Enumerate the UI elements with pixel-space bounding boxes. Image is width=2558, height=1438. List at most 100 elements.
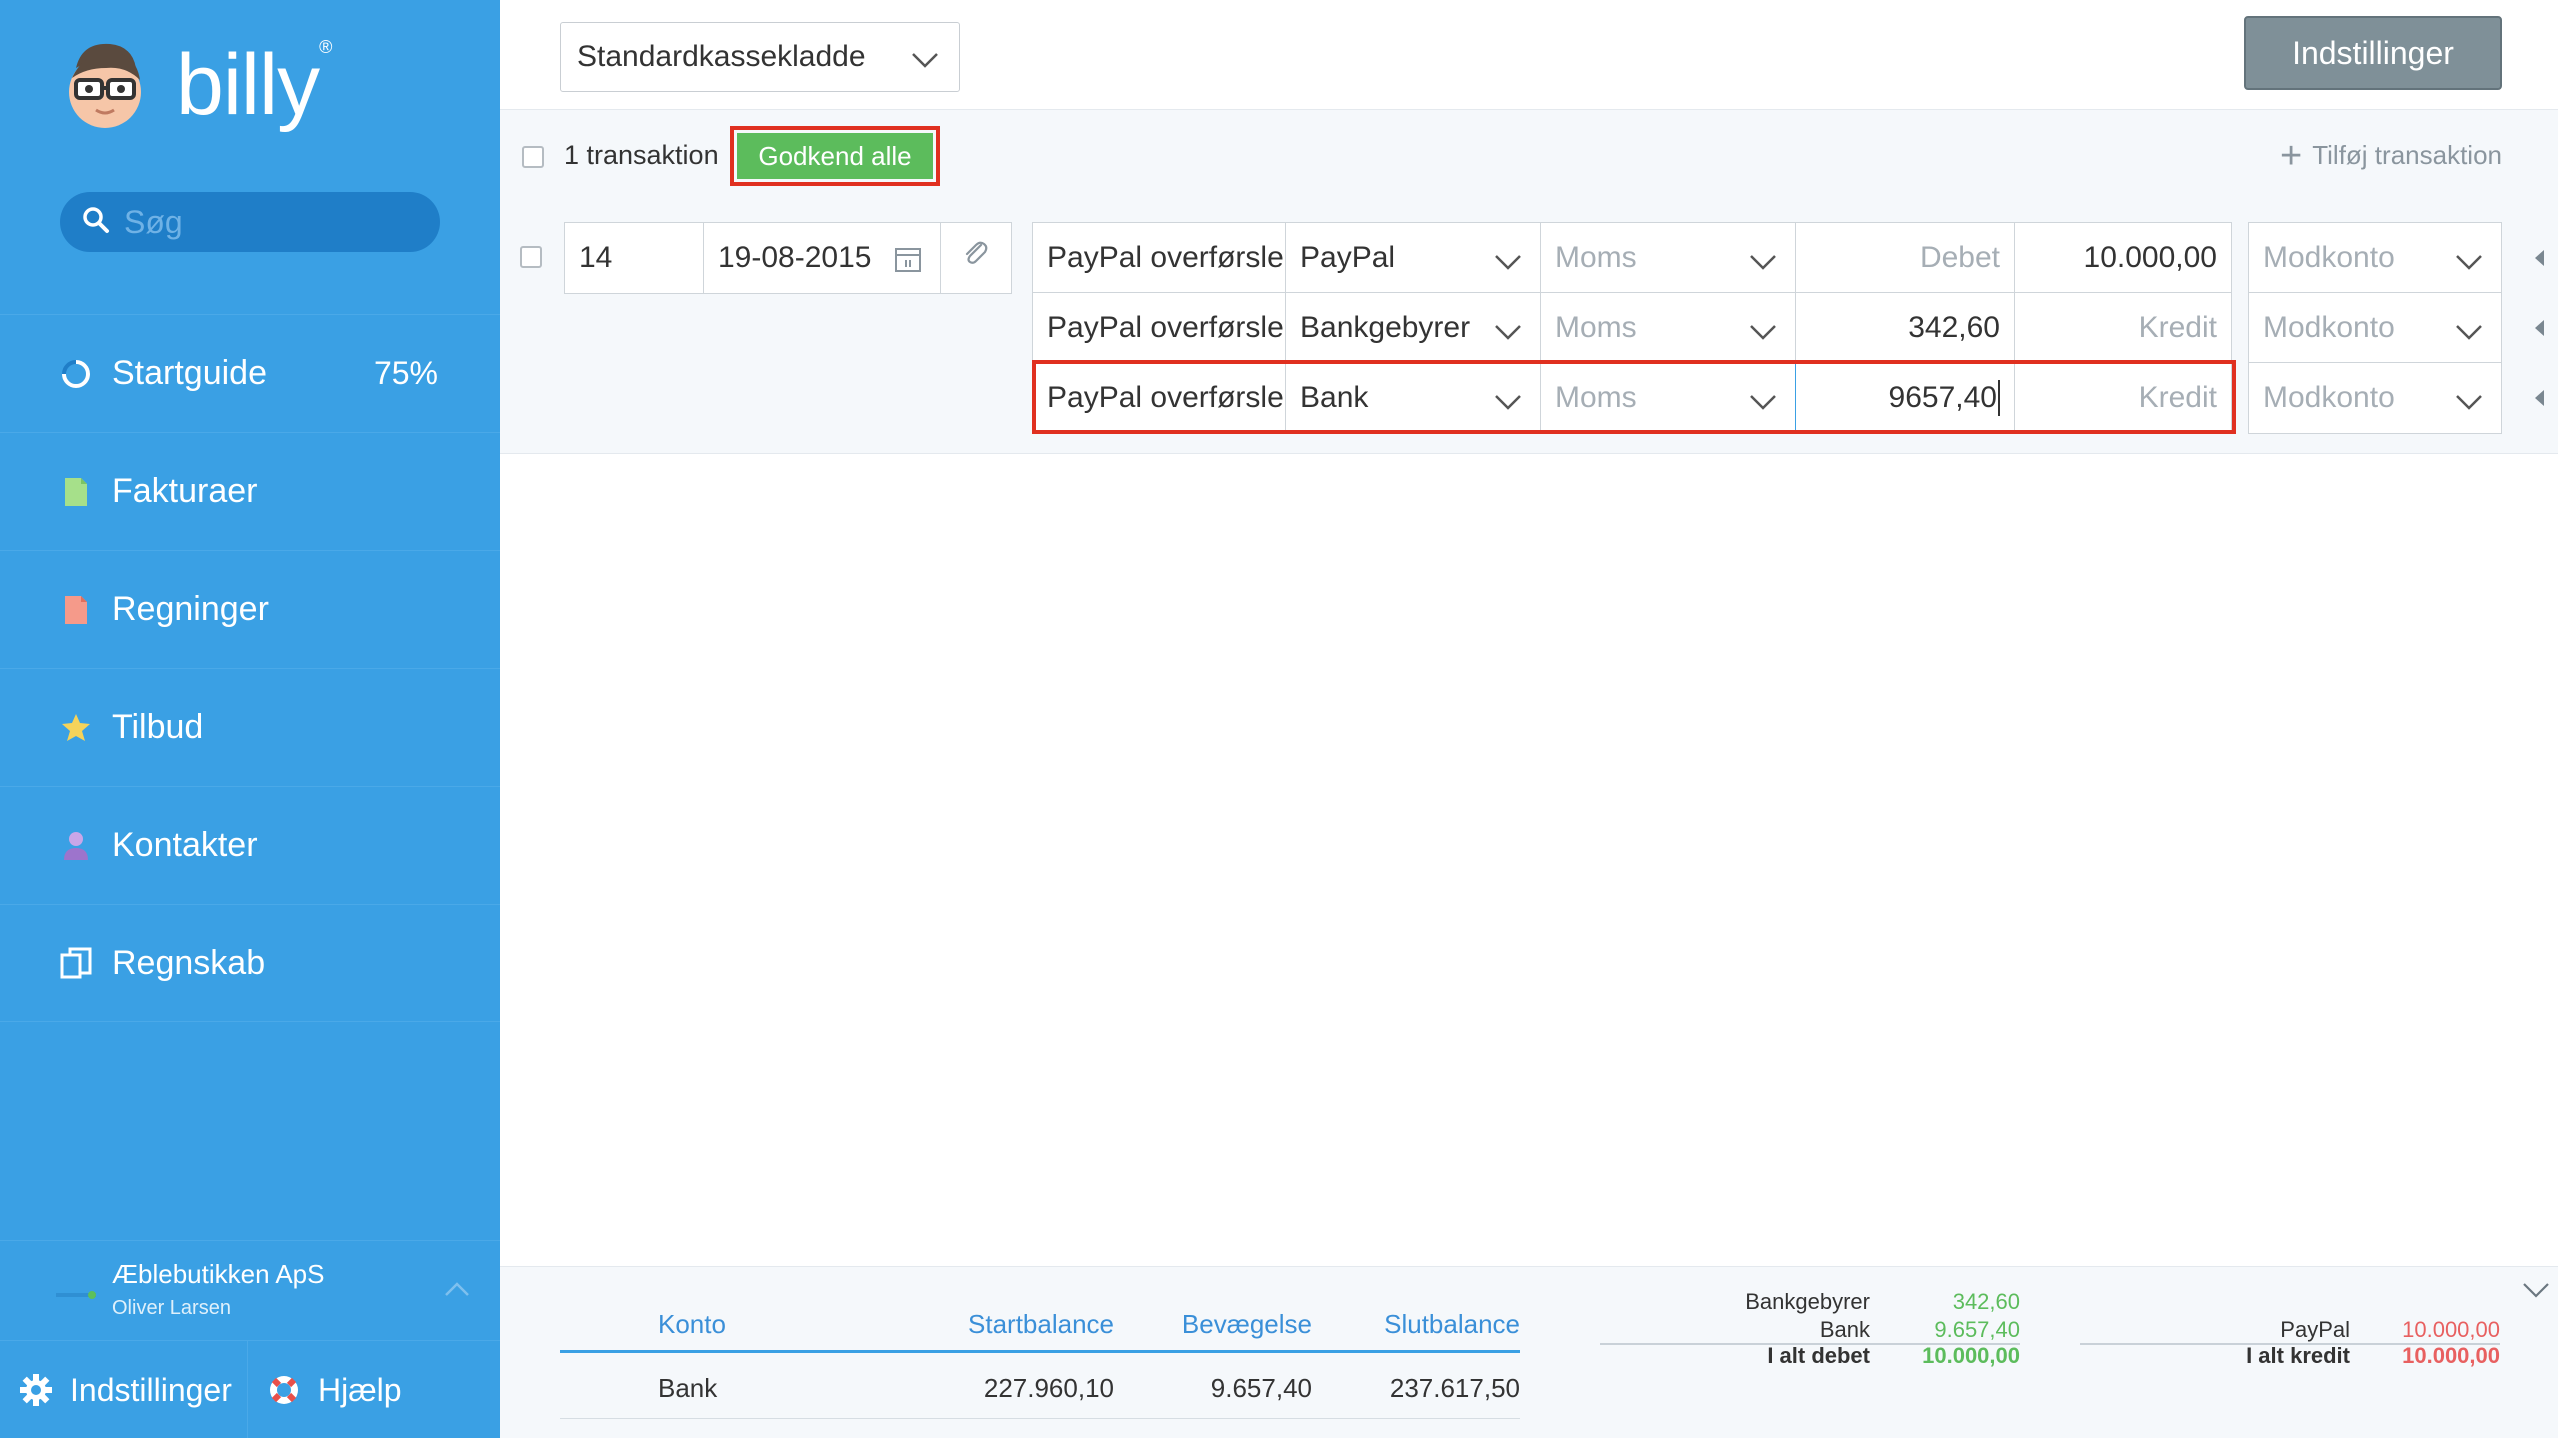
- credit-total-value: 10.000,00: [2402, 1343, 2500, 1368]
- row-end-balance: 237.617,50: [1389, 1373, 1520, 1403]
- credit-field[interactable]: [2014, 292, 2232, 364]
- status-indicator: [56, 1291, 96, 1299]
- contra-placeholder: Modkonto: [2263, 311, 2395, 344]
- credit-line: PayPal 10.000,00: [2080, 1317, 2500, 1343]
- daybook-select-value: Standardkassekladde: [577, 40, 866, 73]
- vat-select[interactable]: Moms: [1540, 292, 1796, 364]
- balance-table: Konto Startbalance Bevægelse Slutbalance…: [560, 1297, 1520, 1419]
- star-icon: [60, 711, 92, 745]
- search-icon: [80, 205, 110, 240]
- approve-all-button[interactable]: Godkend alle: [737, 133, 933, 179]
- chevron-down-icon: [1749, 385, 1777, 419]
- row-menu-arrow-icon[interactable]: [2535, 390, 2544, 406]
- debit-line-label: Bank: [1819, 1317, 1870, 1342]
- column-header-movement: Bevægelse: [1181, 1309, 1312, 1339]
- row-menu-arrow-icon[interactable]: [2535, 320, 2544, 336]
- credit-value: 10.000,00: [2083, 241, 2217, 274]
- transaction-entry: 14 19-08-2015 PayPal overførsle PayPal M…: [500, 204, 2558, 454]
- chevron-down-icon: [1494, 385, 1522, 419]
- account-select[interactable]: Bank: [1285, 362, 1541, 434]
- credit-totals: PayPal 10.000,00 I alt kredit 10.000,00: [2080, 1289, 2500, 1371]
- row-account: Bank: [658, 1373, 718, 1403]
- plus-icon: +: [2280, 134, 2303, 177]
- chevron-down-icon[interactable]: [2522, 1281, 2550, 1304]
- credit-field[interactable]: 10.000,00: [2014, 222, 2232, 294]
- transaction-number-field[interactable]: 14: [564, 222, 704, 294]
- debit-total-label: I alt debet: [1767, 1343, 1870, 1368]
- sidebar-item-tilbud[interactable]: Tilbud: [0, 668, 500, 786]
- chevron-down-icon: [1749, 315, 1777, 349]
- daybook-select[interactable]: Standardkassekladde: [560, 22, 960, 92]
- date-field[interactable]: 19-08-2015: [703, 222, 941, 294]
- attachment-button[interactable]: [940, 222, 1012, 294]
- settings-button[interactable]: Indstillinger: [0, 1341, 248, 1438]
- calendar-icon[interactable]: [894, 245, 922, 281]
- credit-total: I alt kredit 10.000,00: [2080, 1343, 2500, 1371]
- sidebar-item-label: Regninger: [112, 590, 269, 628]
- line-text-field[interactable]: PayPal overførsle: [1032, 292, 1286, 364]
- line-text-field[interactable]: PayPal overførsle: [1032, 362, 1286, 434]
- credit-input[interactable]: [2029, 381, 2217, 415]
- credit-field[interactable]: [2014, 362, 2232, 434]
- balance-summary: Konto Startbalance Bevægelse Slutbalance…: [500, 1266, 2558, 1438]
- select-all-checkbox[interactable]: [522, 146, 544, 168]
- account-select[interactable]: PayPal: [1285, 222, 1541, 294]
- sidebar-item-startguide[interactable]: Startguide 75%: [0, 314, 500, 432]
- sidebar-item-kontakter[interactable]: Kontakter: [0, 786, 500, 904]
- sidebar-item-fakturaer[interactable]: Fakturaer: [0, 432, 500, 550]
- contra-account-select[interactable]: Modkonto: [2248, 222, 2502, 294]
- progress-ring-icon: [60, 357, 92, 391]
- debit-input[interactable]: [1810, 241, 2000, 275]
- sidebar-item-label: Regnskab: [112, 943, 266, 982]
- column-header-account: Konto: [658, 1309, 726, 1339]
- settings-label: Indstillinger: [70, 1371, 232, 1408]
- sidebar-item-regninger[interactable]: Regninger: [0, 550, 500, 668]
- row-start-balance: 227.960,10: [983, 1373, 1114, 1403]
- app-name: billy®: [176, 37, 332, 133]
- debit-total-value: 10.000,00: [1922, 1343, 2020, 1368]
- transaction-number: 14: [579, 241, 613, 274]
- paperclip-icon: [961, 239, 991, 277]
- logo[interactable]: billy®: [62, 37, 332, 133]
- company-name: Æblebutikken ApS: [112, 1259, 325, 1289]
- sidebar: billy® Startguide 75% Fakturaer Regninge…: [0, 0, 500, 1438]
- billy-mascot-icon: [62, 38, 148, 132]
- row-menu-arrow-icon[interactable]: [2535, 250, 2544, 266]
- debit-field-active[interactable]: 9657,40: [1795, 362, 2015, 434]
- debit-value: 9657,40: [1888, 381, 1997, 414]
- contra-account-select[interactable]: Modkonto: [2248, 292, 2502, 364]
- search-box[interactable]: [60, 192, 440, 252]
- chevron-down-icon: [911, 43, 939, 77]
- table-header: Konto Startbalance Bevægelse Slutbalance: [560, 1297, 1520, 1353]
- account-value: Bank: [1300, 381, 1369, 414]
- debit-value: 342,60: [1908, 311, 2000, 344]
- add-transaction-button[interactable]: + Tilføj transaktion: [2280, 134, 2502, 177]
- debit-line: Bankgebyrer 342,60: [1600, 1289, 2020, 1317]
- company-switcher[interactable]: Æblebutikken ApS Oliver Larsen: [0, 1240, 500, 1340]
- line-text-field[interactable]: PayPal overførsle: [1032, 222, 1286, 294]
- table-row: Bank 227.960,10 9.657,40 237.617,50: [560, 1353, 1520, 1419]
- account-value: PayPal: [1300, 241, 1396, 274]
- chevron-down-icon: [2455, 385, 2483, 419]
- debit-field[interactable]: [1795, 222, 2015, 294]
- vat-select[interactable]: Moms: [1540, 222, 1796, 294]
- contra-account-select[interactable]: Modkonto: [2248, 362, 2502, 434]
- startguide-progress: 75%: [373, 355, 438, 391]
- debit-field[interactable]: 342,60: [1795, 292, 2015, 364]
- search-input[interactable]: [124, 203, 424, 241]
- vat-select[interactable]: Moms: [1540, 362, 1796, 434]
- column-header-start: Startbalance: [968, 1309, 1114, 1339]
- transaction-checkbox[interactable]: [520, 246, 542, 268]
- debit-line-value: 342,60: [1952, 1289, 2020, 1314]
- chevron-down-icon: [1749, 245, 1777, 279]
- settings-button[interactable]: Indstillinger: [2244, 16, 2502, 90]
- sidebar-item-label: Kontakter: [112, 826, 258, 864]
- account-select[interactable]: Bankgebyrer: [1285, 292, 1541, 364]
- sidebar-item-label: Fakturaer: [112, 472, 258, 510]
- sidebar-item-regnskab[interactable]: Regnskab: [0, 904, 500, 1022]
- help-button[interactable]: Hjælp: [248, 1341, 402, 1438]
- credit-input[interactable]: [2029, 311, 2217, 345]
- gear-icon: [18, 1372, 54, 1408]
- bill-icon: [60, 593, 92, 627]
